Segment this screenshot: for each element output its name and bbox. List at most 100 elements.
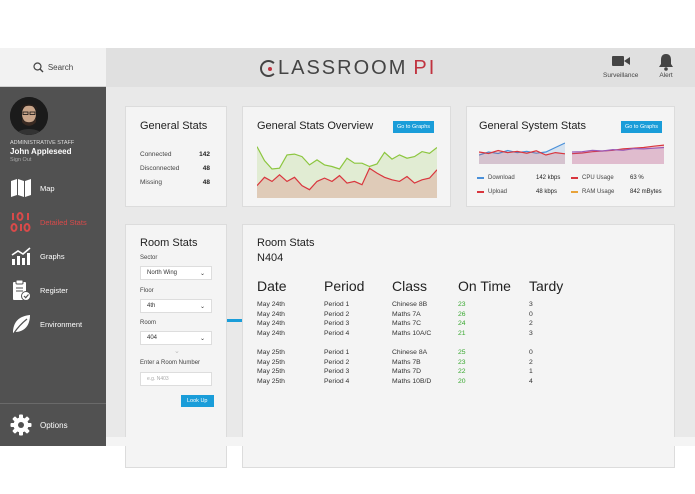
column-header: Date xyxy=(257,278,287,294)
table-cell: Maths 7B xyxy=(392,358,421,366)
table-cell: 2 xyxy=(529,320,533,327)
overview-line-chart xyxy=(257,146,437,198)
stat-row: Disconnected 48 xyxy=(140,165,210,172)
legend-swatch xyxy=(477,191,484,193)
column-header: Period xyxy=(324,278,365,294)
general-stats-overview-card: General Stats Overview Go to Graphs xyxy=(242,106,451,207)
table-cell: May 24th xyxy=(257,320,285,327)
options-button[interactable]: Options xyxy=(0,403,106,446)
go-to-graphs-button[interactable]: Go to Graphs xyxy=(621,121,663,133)
table-cell: 3 xyxy=(529,329,533,337)
sector-select[interactable]: North Wing ⌄ xyxy=(140,266,212,280)
stat-value: 142 kbps xyxy=(536,175,561,181)
stat-value: 48 xyxy=(202,179,210,186)
card-title: General Stats xyxy=(140,120,208,132)
panel-connector xyxy=(227,319,242,322)
divider-chevron-icon: ⌄ xyxy=(174,348,180,355)
table-cell: Maths 7D xyxy=(392,368,422,375)
ram-usage-row: RAM Usage 842 mBytes xyxy=(571,189,662,195)
table-cell: Period 4 xyxy=(324,329,350,337)
stat-row: Missing 48 xyxy=(140,179,210,186)
stat-label: Connected xyxy=(140,151,172,158)
download-row: Download 142 kbps xyxy=(477,175,560,181)
table-cell: 26 xyxy=(458,310,466,318)
stat-value: 142 xyxy=(199,151,210,158)
bottom-strip xyxy=(106,437,695,446)
sidebar-item-label: Detailed Stats xyxy=(40,217,87,227)
column-header: Tardy xyxy=(529,278,564,294)
sidebar-item-label: Graphs xyxy=(40,251,65,261)
search-icon xyxy=(33,61,44,72)
sidebar-item-environment[interactable]: Environment xyxy=(10,313,82,335)
surveillance-label: Surveillance xyxy=(603,72,639,79)
table-cell: Period 3 xyxy=(324,368,350,375)
surveillance-button[interactable]: Surveillance xyxy=(603,53,638,79)
search-button[interactable]: Search xyxy=(0,48,106,87)
app-window: Search LASSROOM PI Surveillance Alert AD… xyxy=(0,48,695,468)
card-title: General Stats Overview xyxy=(257,120,374,132)
table-cell: 20 xyxy=(458,377,466,385)
card-title: General System Stats xyxy=(479,120,586,132)
room-label: Room xyxy=(140,320,157,326)
select-value: North Wing xyxy=(147,270,178,276)
table-cell: Period 2 xyxy=(324,310,350,318)
sidebar-item-map[interactable]: Map xyxy=(10,177,55,199)
table-cell: 25 xyxy=(458,349,466,356)
floor-select[interactable]: 4th ⌄ xyxy=(140,299,212,313)
network-line-chart xyxy=(479,142,565,164)
binary-icon xyxy=(10,212,31,232)
cpu-usage-row: CPU Usage 63 % xyxy=(571,175,644,181)
camera-icon xyxy=(611,56,630,66)
room-select[interactable]: 404 ⌄ xyxy=(140,331,212,345)
stat-label: CPU Usage xyxy=(582,175,614,181)
user-name: John Appleseed xyxy=(10,147,72,156)
alert-label: Alert xyxy=(659,72,673,79)
stat-value: 63 % xyxy=(630,175,644,181)
avatar[interactable] xyxy=(10,97,48,135)
stat-label: Disconnected xyxy=(140,165,180,172)
table-cell: Maths 7C xyxy=(392,320,422,327)
sidebar-item-detailed-stats[interactable]: Detailed Stats xyxy=(10,211,87,233)
top-bar: LASSROOM PI Surveillance Alert xyxy=(106,48,695,87)
room-code: N404 xyxy=(257,252,284,264)
stat-value: 48 xyxy=(202,165,210,172)
sign-out-link[interactable]: Sign Out xyxy=(10,157,31,163)
alert-button[interactable]: Alert xyxy=(658,53,674,79)
table-cell: 0 xyxy=(529,349,533,356)
chart-icon xyxy=(11,247,31,265)
select-value: 4th xyxy=(147,303,156,309)
table-cell: Maths 10A/C xyxy=(392,329,432,337)
column-header: Class xyxy=(392,278,428,294)
general-stats-card: General Stats Connected 142 Disconnected 4… xyxy=(125,106,227,207)
gear-icon xyxy=(10,414,32,436)
table-cell: 22 xyxy=(458,368,466,375)
column-header: On Time xyxy=(458,278,511,294)
logo-accent-text: PI xyxy=(413,57,437,79)
sidebar-item-register[interactable]: Register xyxy=(10,279,68,301)
look-up-button[interactable]: Look Up xyxy=(181,395,214,407)
sector-label: Sector xyxy=(140,255,158,261)
sidebar-item-graphs[interactable]: Graphs xyxy=(10,245,65,267)
bell-icon xyxy=(659,54,673,71)
go-to-graphs-button[interactable]: Go to Graphs xyxy=(393,121,435,133)
legend-swatch xyxy=(571,191,578,193)
legend-swatch xyxy=(477,177,484,179)
table-cell: 3 xyxy=(529,301,533,308)
table-cell: Period 3 xyxy=(324,320,350,327)
stat-label: Missing xyxy=(140,179,163,186)
room-number-input[interactable]: e.g. N403 xyxy=(140,372,212,386)
table-cell: 23 xyxy=(458,358,466,366)
sidebar-item-label: Register xyxy=(40,285,68,295)
stat-value: 48 kbps xyxy=(536,189,558,195)
stat-label: Download xyxy=(488,175,515,181)
table-cell: Chinese 8A xyxy=(392,349,428,356)
table-cell: 24 xyxy=(458,320,466,327)
stat-label: RAM Usage xyxy=(582,189,615,195)
room-number-label: Enter a Room Number xyxy=(140,360,201,366)
logo-main-text: LASSROOM xyxy=(278,57,408,79)
table-cell: May 25th xyxy=(257,358,285,366)
map-icon xyxy=(11,179,31,197)
stat-label: Upload xyxy=(488,189,508,195)
table-cell: May 24th xyxy=(257,329,285,337)
table-cell: May 25th xyxy=(257,349,285,356)
